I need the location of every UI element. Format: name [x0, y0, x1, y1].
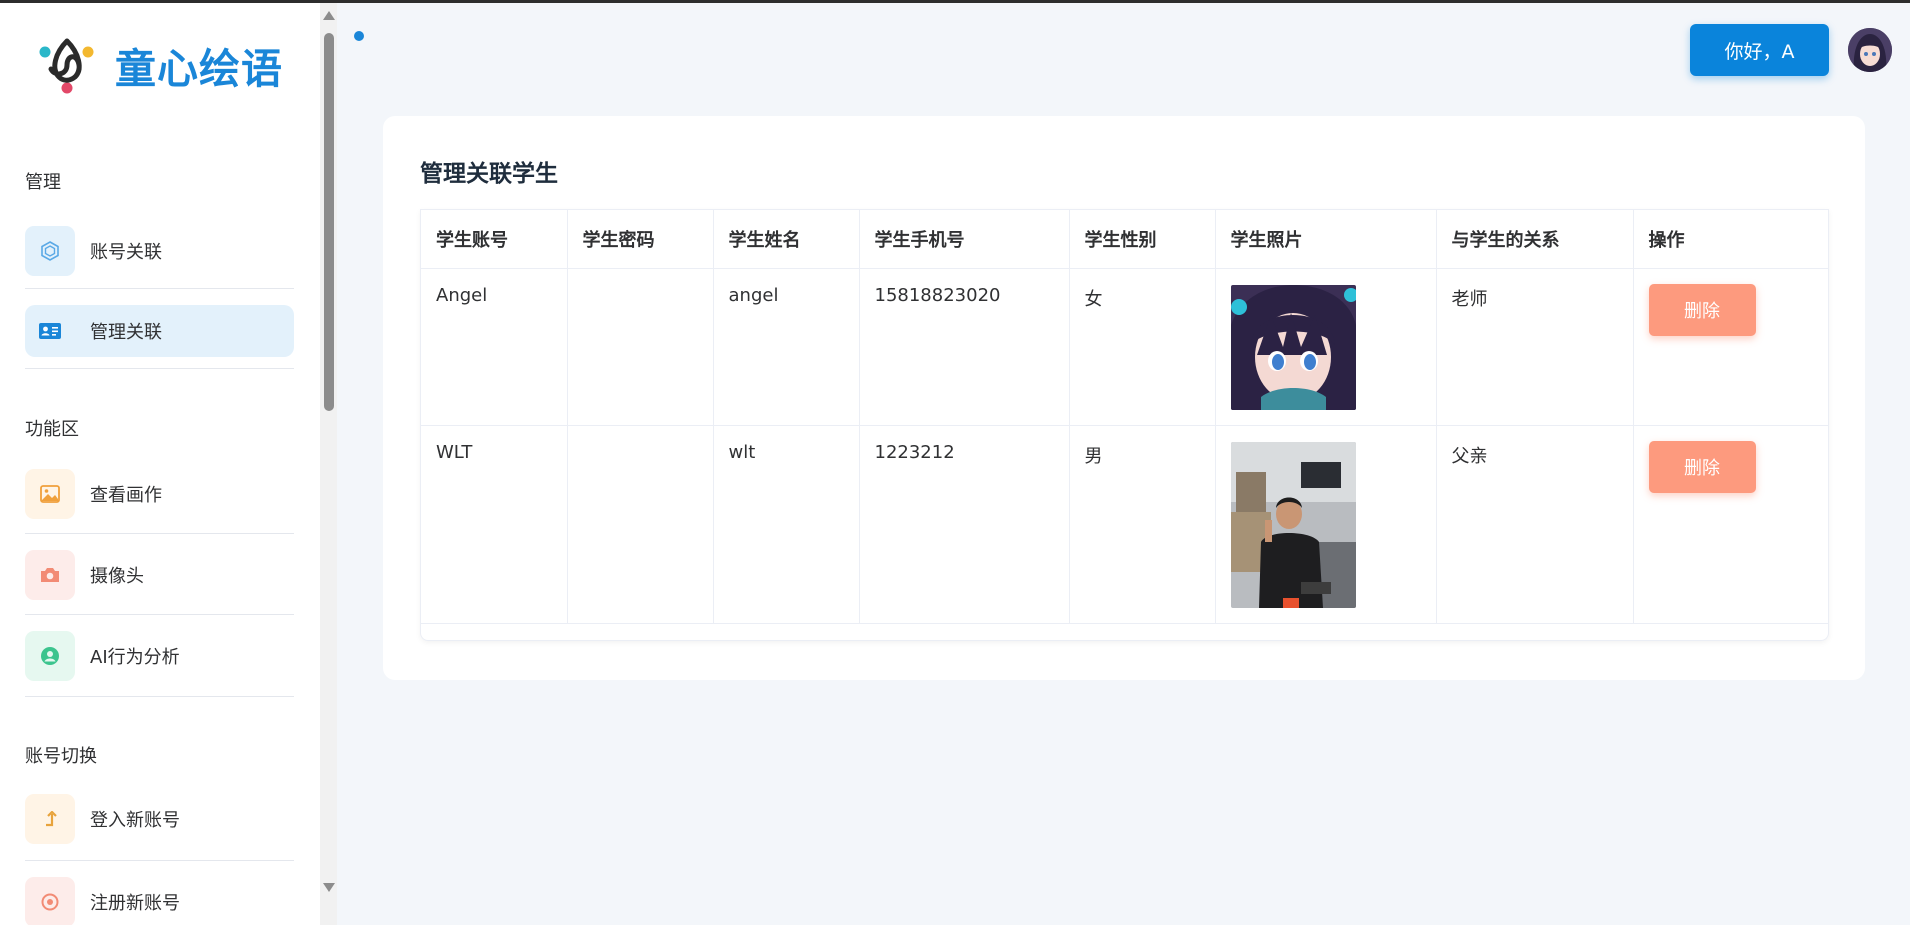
column-header: 操作 [1633, 210, 1828, 269]
login-arrow-icon [25, 794, 75, 844]
sidebar-scrollbar[interactable] [320, 3, 337, 925]
section-label-manage: 管理 [25, 172, 61, 193]
cell-password [567, 268, 714, 426]
image-icon [25, 469, 75, 519]
sidebar-item-ai-analysis[interactable]: AI行为分析 [25, 630, 294, 682]
table-row: Angel angel 15818823020 女 老师 删除 [421, 268, 1828, 426]
sidebar-item-register-new[interactable]: 注册新账号 [25, 876, 294, 925]
scroll-thumb[interactable] [324, 33, 334, 411]
scroll-down-arrow-icon[interactable] [323, 883, 335, 892]
page-title: 管理关联学生 [420, 161, 558, 187]
sidebar-item-label: 查看画作 [90, 485, 162, 506]
status-dot [354, 31, 364, 41]
cell-account: Angel [421, 268, 568, 426]
cell-photo [1215, 425, 1437, 624]
cell-password [567, 425, 714, 624]
cell-action: 删除 [1633, 425, 1828, 624]
sidebar-item-label: 摄像头 [90, 566, 144, 587]
sidebar-item-label: AI行为分析 [90, 647, 180, 668]
app-logo[interactable]: 童心绘语 [37, 35, 283, 95]
table-row: WLT wlt 1223212 男 父亲 删除 [421, 425, 1828, 624]
cell-photo [1215, 268, 1437, 426]
sidebar-item-manage-link[interactable]: 管理关联 [25, 305, 294, 357]
divider [25, 860, 294, 861]
avatar[interactable] [1848, 28, 1892, 72]
cell-action: 删除 [1633, 268, 1828, 426]
divider [25, 288, 294, 289]
id-card-icon [25, 306, 75, 356]
scroll-up-arrow-icon[interactable] [323, 11, 335, 20]
logo-icon [39, 38, 94, 94]
student-photo [1230, 284, 1356, 410]
cell-phone: 1223212 [859, 425, 1070, 624]
students-table: 学生账号 学生密码 学生姓名 学生手机号 学生性别 学生照片 与学生的关系 操作… [420, 209, 1829, 641]
divider [25, 614, 294, 615]
column-header: 学生性别 [1069, 210, 1216, 269]
greeting-button[interactable]: 你好，A [1690, 24, 1829, 76]
camera-icon [25, 550, 75, 600]
column-header: 与学生的关系 [1436, 210, 1634, 269]
sidebar-item-label: 注册新账号 [90, 893, 180, 914]
cell-name: wlt [713, 425, 860, 624]
register-icon [25, 877, 75, 925]
sidebar-item-camera[interactable]: 摄像头 [25, 549, 294, 601]
divider [25, 696, 294, 697]
section-label-account-switch: 账号切换 [25, 746, 97, 767]
cell-gender: 男 [1069, 425, 1216, 624]
divider [25, 533, 294, 534]
table-header-row: 学生账号 学生密码 学生姓名 学生手机号 学生性别 学生照片 与学生的关系 操作 [421, 210, 1828, 269]
user-circle-icon [25, 631, 75, 681]
column-header: 学生姓名 [713, 210, 860, 269]
column-header: 学生照片 [1215, 210, 1437, 269]
column-header: 学生密码 [567, 210, 714, 269]
link-hexagon-icon [25, 226, 75, 276]
app-title: 童心绘语 [115, 45, 283, 93]
sidebar-item-label: 管理关联 [90, 322, 162, 343]
column-header: 学生账号 [421, 210, 568, 269]
cell-phone: 15818823020 [859, 268, 1070, 426]
delete-button[interactable]: 删除 [1648, 440, 1756, 493]
divider [25, 368, 294, 369]
cell-relation: 父亲 [1436, 425, 1634, 624]
sidebar-item-label: 账号关联 [90, 242, 162, 263]
student-photo [1230, 441, 1356, 608]
sidebar: 童心绘语 管理 账号关联 管理关联 功能区 查看画作 摄像头 AI行为分析 账号… [0, 3, 320, 925]
sidebar-item-label: 登入新账号 [90, 810, 180, 831]
sidebar-item-view-drawings[interactable]: 查看画作 [25, 468, 294, 520]
sidebar-item-login-new[interactable]: 登入新账号 [25, 793, 294, 845]
delete-button[interactable]: 删除 [1648, 283, 1756, 336]
sidebar-item-account-link[interactable]: 账号关联 [25, 225, 294, 277]
column-header: 学生手机号 [859, 210, 1070, 269]
cell-account: WLT [421, 425, 568, 624]
cell-name: angel [713, 268, 860, 426]
cell-relation: 老师 [1436, 268, 1634, 426]
section-label-features: 功能区 [25, 419, 79, 440]
manage-students-card: 管理关联学生 学生账号 学生密码 学生姓名 学生手机号 学生性别 学生照片 与学… [383, 116, 1865, 680]
cell-gender: 女 [1069, 268, 1216, 426]
